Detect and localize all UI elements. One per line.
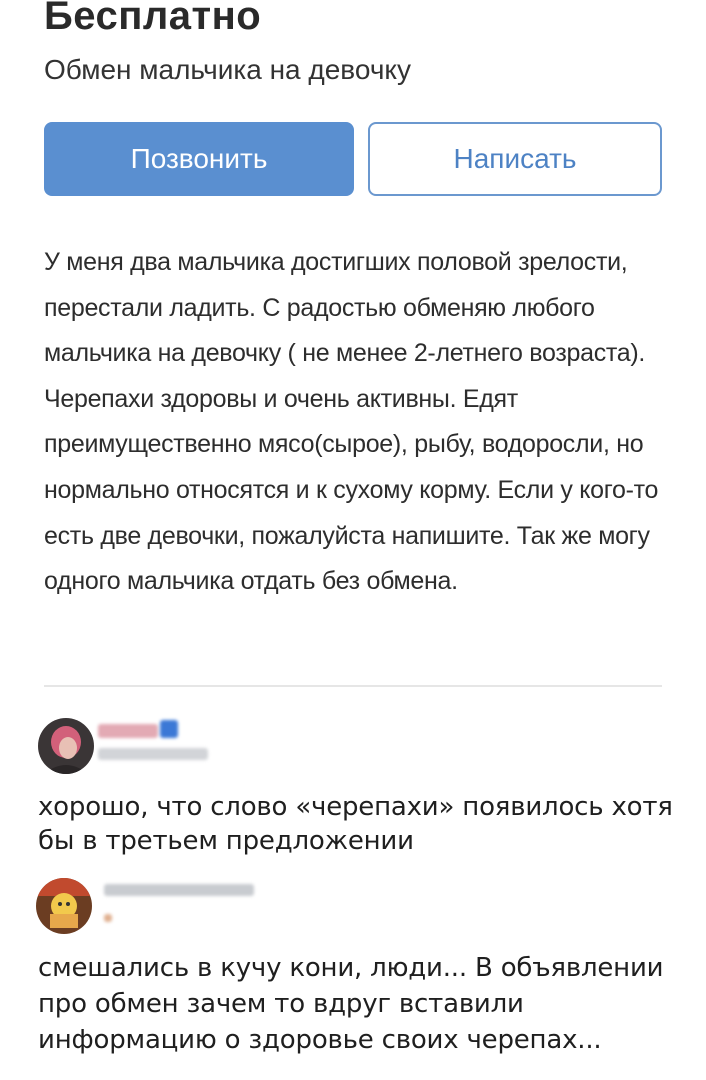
write-button-label: Написать <box>453 143 577 174</box>
listing-title: Обмен мальчика на девочку <box>44 54 411 85</box>
commenter-name[interactable] <box>104 884 254 896</box>
comment-meta <box>104 914 112 922</box>
call-button[interactable]: Позвонить <box>44 122 354 196</box>
comment-text: смешались в кучу кони, люди... В объявле… <box>38 953 664 1055</box>
commenter-name[interactable] <box>98 724 158 738</box>
verified-badge-icon <box>160 720 178 738</box>
commenter-avatar[interactable] <box>38 718 94 774</box>
comment-meta <box>98 748 208 760</box>
comment-text: хорошо, что слово «черепахи» появилось х… <box>38 792 673 856</box>
divider <box>44 685 662 687</box>
avatar-image <box>38 718 94 774</box>
listing-price: Бесплатно <box>44 0 262 38</box>
avatar-image <box>36 878 92 934</box>
call-button-label: Позвонить <box>130 143 268 174</box>
commenter-avatar[interactable] <box>36 878 92 934</box>
write-button[interactable]: Написать <box>368 122 662 196</box>
listing-description: У меня два мальчика достигших половой зр… <box>44 248 659 596</box>
